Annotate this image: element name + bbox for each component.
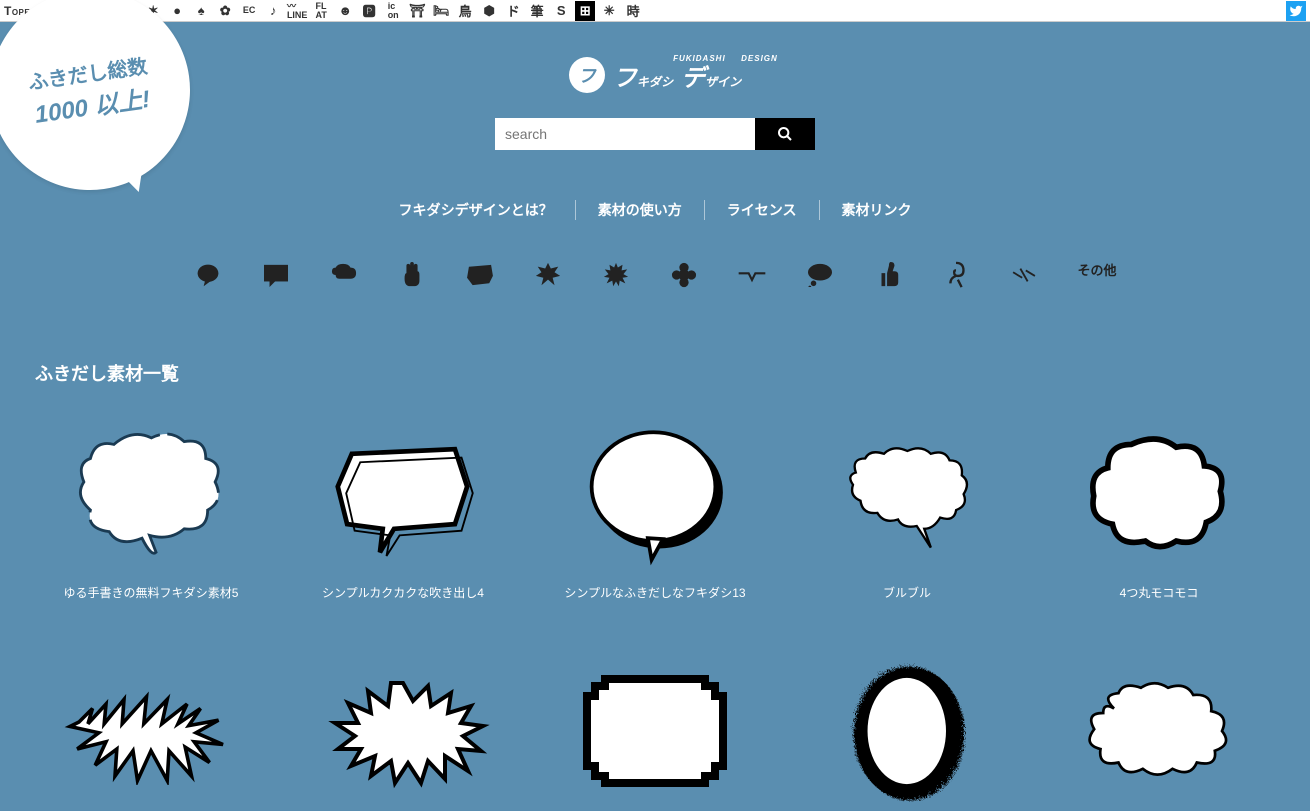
topbar-icon-5[interactable]: ♠ (191, 1, 211, 21)
cat-polygon-icon[interactable] (465, 260, 495, 290)
main-content: フ フキダシFUKIDASHI デザインDESIGN フキダシデザインとは？ 素… (0, 22, 1310, 811)
card-title: シンプルカクカクな吹き出し4 (287, 584, 519, 601)
logo-text-2: デザインDESIGN (681, 58, 741, 93)
search-button[interactable] (755, 118, 815, 150)
material-grid: ゆる手書きの無料フキダシ素材5 シンプルカクカクな吹き出し4 シンプルなふきだし… (0, 416, 1310, 601)
nav-links[interactable]: 素材リンク (820, 200, 934, 220)
logo-text-1: フキダシFUKIDASHI (613, 58, 673, 93)
cat-hand-icon[interactable] (397, 260, 427, 290)
section-title: ふきだし素材一覧 (0, 360, 1310, 386)
material-card[interactable]: シンプルなふきだしなフキダシ13 (539, 416, 771, 601)
topbar-icons: 🐘 ❐ ✶ ● ♠ ✿ EC ♪ 〰LINE FLAT ☻ 🅿 icon ⛩ 🛏… (95, 1, 643, 21)
topbar-icon-12[interactable]: 🅿 (359, 1, 379, 21)
card-title: 4つ丸モコモコ (1043, 584, 1275, 601)
material-grid-2 (0, 651, 1310, 811)
material-card[interactable]: 4つ丸モコモコ (1043, 416, 1275, 601)
cat-other[interactable]: その他 (1077, 260, 1116, 290)
material-card[interactable]: ブルブル (791, 416, 1023, 601)
card-title: シンプルなふきだしなフキダシ13 (539, 584, 771, 601)
site-logo[interactable]: フ フキダシFUKIDASHI デザインDESIGN (0, 57, 1310, 93)
material-card[interactable] (35, 651, 267, 811)
topbar-icon-16[interactable]: 鳥 (455, 1, 475, 21)
thumb-10 (1043, 651, 1275, 811)
logo-mark: フ (569, 57, 605, 93)
search-icon (777, 126, 793, 142)
nav-license[interactable]: ライセンス (705, 200, 820, 220)
cat-cloud-icon[interactable] (329, 260, 359, 290)
topbar-icon-11[interactable]: ☻ (335, 1, 355, 21)
nav-about[interactable]: フキダシデザインとは？ (376, 200, 575, 220)
thumb-2 (287, 416, 519, 576)
topbar-icon-13[interactable]: icon (383, 1, 403, 21)
thumb-8 (539, 651, 771, 811)
cat-burst-icon[interactable] (533, 260, 563, 290)
card-title: ゆる手書きの無料フキダシ素材5 (35, 584, 267, 601)
search-input[interactable] (495, 118, 755, 150)
material-card[interactable] (791, 651, 1023, 811)
cat-thumb-icon[interactable] (873, 260, 903, 290)
search-row (0, 118, 1310, 150)
thumb-3 (539, 416, 771, 576)
nav-howto[interactable]: 素材の使い方 (576, 200, 705, 220)
twitter-icon (1289, 4, 1303, 18)
thumb-9 (791, 651, 1023, 811)
topbar-icon-18[interactable]: ド (503, 1, 523, 21)
thumb-1 (35, 416, 267, 576)
topbar-icon-22[interactable]: ✳ (599, 1, 619, 21)
topbar-icon-15[interactable]: 🛏 (431, 1, 451, 21)
cat-think-icon[interactable] (805, 260, 835, 290)
thumb-6 (35, 651, 267, 811)
topbar: TopeconHeroes 🐘 ❐ ✶ ● ♠ ✿ EC ♪ 〰LINE FLA… (0, 0, 1310, 22)
cat-round-icon[interactable] (193, 260, 223, 290)
cat-swirl-icon[interactable] (941, 260, 971, 290)
topbar-icon-19[interactable]: 筆 (527, 1, 547, 21)
cat-flower-icon[interactable] (669, 260, 699, 290)
card-title: ブルブル (791, 584, 1023, 601)
twitter-button[interactable] (1286, 1, 1306, 21)
topbar-icon-21-active[interactable]: ⊞ (575, 1, 595, 21)
topbar-icon-9[interactable]: 〰LINE (287, 1, 307, 21)
material-card[interactable] (539, 651, 771, 811)
material-card[interactable] (1043, 651, 1275, 811)
main-nav: フキダシデザインとは？ 素材の使い方 ライセンス 素材リンク (0, 200, 1310, 220)
material-card[interactable]: ゆる手書きの無料フキダシ素材5 (35, 416, 267, 601)
topbar-icon-7[interactable]: EC (239, 1, 259, 21)
thumb-7 (287, 651, 519, 811)
topbar-icon-20[interactable]: S (551, 1, 571, 21)
category-row: その他 (0, 260, 1310, 290)
topbar-icon-6[interactable]: ✿ (215, 1, 235, 21)
cat-line-icon[interactable] (737, 260, 767, 290)
cat-square-icon[interactable] (261, 260, 291, 290)
thumb-5 (1043, 416, 1275, 576)
topbar-icon-4[interactable]: ● (167, 1, 187, 21)
cat-cross-icon[interactable] (1009, 260, 1039, 290)
thumb-4 (791, 416, 1023, 576)
topbar-icon-8[interactable]: ♪ (263, 1, 283, 21)
material-card[interactable] (287, 651, 519, 811)
topbar-icon-14[interactable]: ⛩ (407, 1, 427, 21)
material-card[interactable]: シンプルカクカクな吹き出し4 (287, 416, 519, 601)
cat-spiky-icon[interactable] (601, 260, 631, 290)
topbar-icon-23[interactable]: 時 (623, 1, 643, 21)
topbar-icon-10[interactable]: FLAT (311, 1, 331, 21)
topbar-icon-17[interactable]: ⬢ (479, 1, 499, 21)
